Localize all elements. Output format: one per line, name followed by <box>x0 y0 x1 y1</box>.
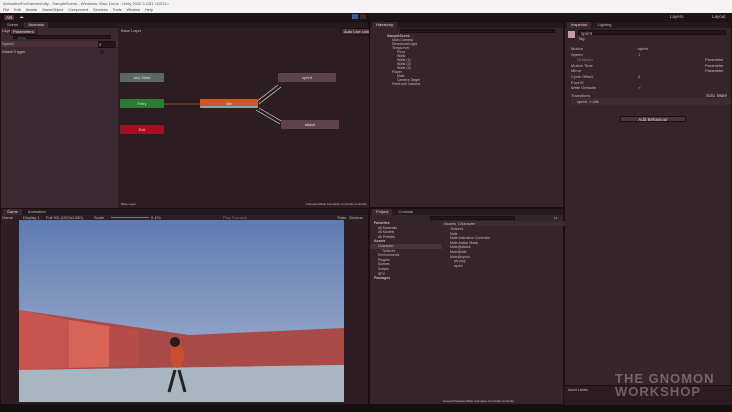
any-state-node[interactable]: Any State <box>120 73 164 82</box>
cloud-icon[interactable]: ☁ <box>19 14 24 20</box>
property-value[interactable]: Parameter <box>705 57 724 62</box>
tab-project[interactable]: Project <box>372 209 393 215</box>
layout-dropdown[interactable]: Layout <box>712 14 728 19</box>
hierarchy-pane: Hierarchy SampleScene Main Camera Directio… <box>369 21 564 208</box>
trigger-toggle[interactable] <box>100 50 104 54</box>
watermark: THE GNOMON WORKSHOP <box>615 371 715 399</box>
project-search[interactable] <box>430 216 515 220</box>
footer-controller-path: Character/Male Animation Controller.cont… <box>305 202 367 206</box>
breadcrumb: Assets Character <box>442 221 565 226</box>
parameter-row[interactable]: AttackTrigger <box>1 49 118 55</box>
property-value[interactable]: ✓ <box>638 85 641 90</box>
tab-inspector[interactable]: Inspector <box>567 22 592 28</box>
solo-label: Solo <box>706 92 716 98</box>
asset-labels: Asset Labels <box>568 388 589 392</box>
project-file[interactable]: sprint <box>442 264 565 269</box>
exit-node[interactable]: Exit <box>120 125 164 134</box>
parameter-row[interactable]: Speed 0 <box>1 41 118 48</box>
speed-value[interactable]: 0 <box>98 41 116 48</box>
game-mode-dropdown[interactable]: Game <box>2 215 13 220</box>
project-tree-item[interactable]: Packages <box>370 276 442 281</box>
idle-state-node[interactable]: idle <box>200 99 258 108</box>
tab-console[interactable]: Console <box>394 209 417 215</box>
tag-label: Tag <box>578 36 585 41</box>
mute-label: Mute <box>717 92 728 98</box>
game-pane: Game Animation Game Display 1 Full HD (19… <box>0 208 369 405</box>
property-value[interactable]: 1 <box>638 52 640 57</box>
selected-path: Assets/Character/Male Animation Controll… <box>443 399 515 403</box>
hierarchy-search[interactable] <box>400 29 555 33</box>
hierarchy-item[interactable]: FreeLook Camera <box>370 82 565 86</box>
transition-row[interactable]: sprint -> idle <box>571 98 731 105</box>
inspector-pane: Inspector Lighting sprint Tag Motion sprin… <box>564 21 732 392</box>
pause-button[interactable] <box>360 14 366 19</box>
project-pane: Project Console 13 Favorites All Materials… <box>369 208 565 405</box>
state-icon <box>568 31 575 38</box>
gizmos-dropdown[interactable]: Gizmos <box>349 215 363 220</box>
property-value[interactable]: Parameter <box>705 63 724 68</box>
tab-hierarchy[interactable]: Hierarchy <box>372 22 398 28</box>
inspector-property: Write Defaults ✓ <box>571 85 642 91</box>
parameter-search[interactable]: Name <box>13 35 111 40</box>
property-value[interactable]: Parameter <box>705 68 724 73</box>
property-value[interactable]: sprint <box>638 46 648 51</box>
state-name-field[interactable]: sprint <box>578 30 726 36</box>
account-button[interactable]: AN <box>3 13 16 21</box>
status-bar <box>0 405 732 412</box>
window-title: AnimationForGamesUnity - SampleScene - W… <box>0 0 732 8</box>
attack-state-node[interactable]: attack <box>281 120 339 129</box>
main-toolbar: AN ☁ Layers Layout <box>0 13 732 21</box>
tab-lighting[interactable]: Lighting <box>593 22 615 28</box>
animator-graph[interactable]: Base Layer Auto Live Link Any State Entr… <box>118 28 373 208</box>
entry-node[interactable]: Entry <box>120 99 164 108</box>
animator-pane: Scene Animator Layers Parameters Name Spe… <box>0 21 373 208</box>
item-count: 13 <box>554 216 558 220</box>
breadcrumb-assets[interactable]: Assets <box>444 221 456 226</box>
scale-slider[interactable] <box>111 217 149 218</box>
play-button[interactable] <box>352 14 358 19</box>
parameters-panel: Layers Parameters Name Speed 0 AttackTrig… <box>1 28 118 208</box>
game-viewport[interactable] <box>19 220 344 402</box>
sprint-state-node[interactable]: sprint <box>278 73 336 82</box>
breadcrumb-character[interactable]: Character <box>458 221 476 226</box>
add-behaviour-button[interactable]: Add Behaviour <box>620 116 686 122</box>
tab-parameters[interactable]: Parameters <box>10 28 37 35</box>
property-value[interactable]: 0 <box>638 74 640 79</box>
transition-arrows <box>128 84 284 125</box>
footer-layer: Base Layer <box>121 202 137 206</box>
layers-dropdown[interactable]: Layers <box>670 14 684 19</box>
